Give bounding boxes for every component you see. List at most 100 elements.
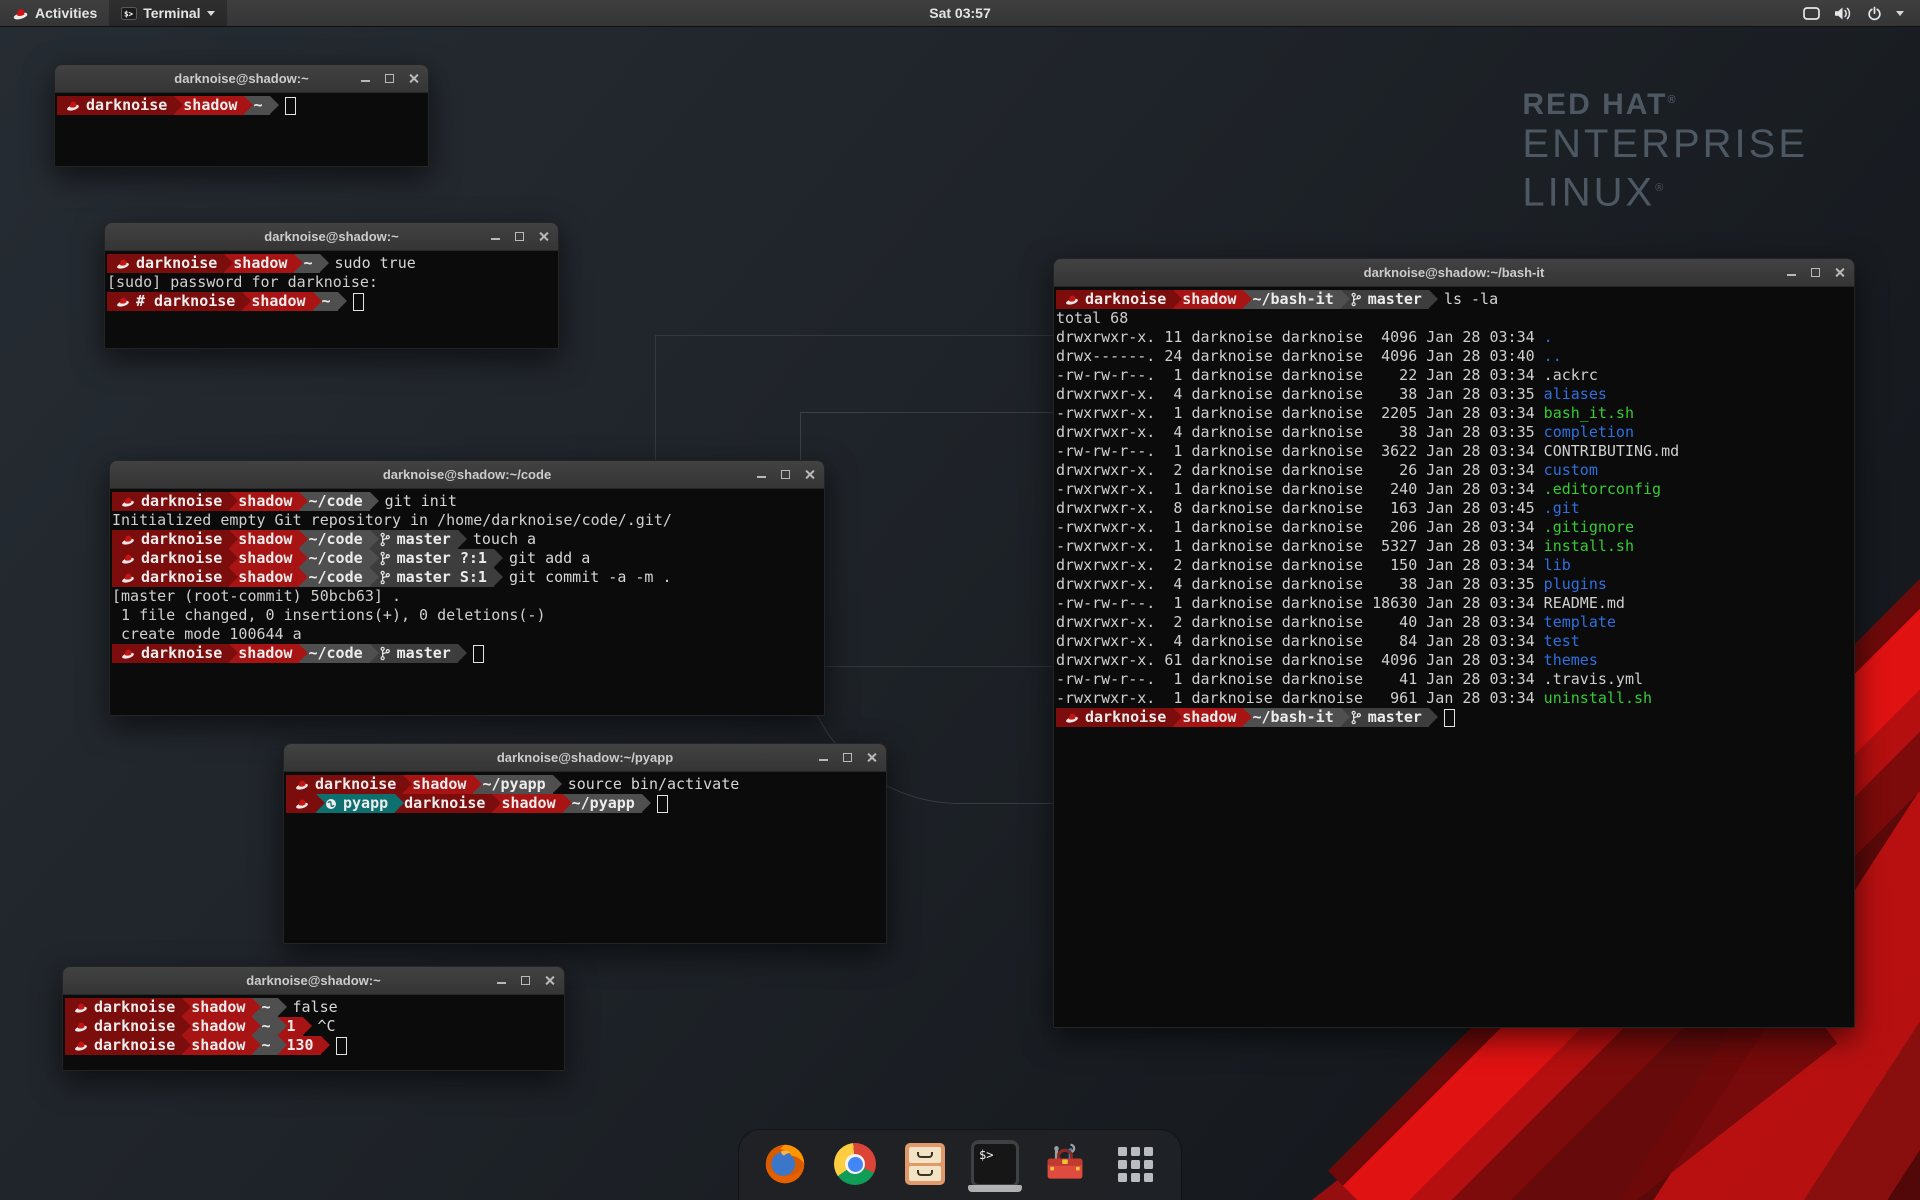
terminal-output-line: total 68 [1056, 309, 1852, 328]
window-titlebar[interactable]: darknoise@shadow:~/code [110, 461, 824, 489]
prompt-segment: ~/code [299, 644, 369, 663]
prompt-line: darknoiseshadow~/codegit init [112, 492, 822, 511]
prompt-line: darknoiseshadow~/codemastertouch a [112, 530, 822, 549]
ls-output-line: drwxrwxr-x. 61 darknoise darknoise 4096 … [1056, 651, 1852, 670]
terminal-content[interactable]: darknoiseshadow~falsedarknoiseshadow~1^C… [63, 995, 564, 1055]
window-title: darknoise@shadow:~/code [383, 467, 551, 482]
command-text: sudo true [335, 254, 416, 273]
prompt-segment: shadow [229, 492, 299, 511]
window-buttons [1786, 259, 1845, 286]
display-icon[interactable] [1803, 7, 1820, 20]
prompt-segment: shadow [229, 644, 299, 663]
window-titlebar[interactable]: darknoise@shadow:~ [63, 967, 564, 995]
terminal-content[interactable]: darknoiseshadow~sudo true[sudo] password… [105, 251, 558, 311]
prompt-segment: darknoise [112, 549, 229, 568]
close-button[interactable] [538, 231, 549, 242]
terminal-cursor [1444, 709, 1455, 727]
volume-icon[interactable] [1834, 6, 1853, 21]
file-name: plugins [1544, 575, 1607, 593]
branch-icon [379, 532, 391, 547]
hat-icon [1065, 293, 1079, 306]
minimize-button[interactable] [756, 469, 767, 480]
terminal-cursor [336, 1037, 347, 1055]
toolbox-icon[interactable] [1041, 1140, 1089, 1188]
prompt-line: darknoiseshadow~/bash-itmaster [1056, 708, 1852, 727]
window-titlebar[interactable]: darknoise@shadow:~/pyapp [284, 744, 886, 772]
window-buttons [490, 223, 549, 250]
app-grid-icon[interactable] [1111, 1140, 1159, 1188]
window-title: darknoise@shadow:~ [264, 229, 398, 244]
file-name: bash_it.sh [1544, 404, 1634, 422]
chrome-icon[interactable] [831, 1140, 879, 1188]
svg-text:$>: $> [124, 9, 134, 18]
branch-icon [379, 646, 391, 661]
prompt-segment: darknoise [65, 1036, 182, 1055]
hat-icon [121, 571, 135, 584]
app-menu-terminal[interactable]: $> Terminal [109, 0, 226, 26]
minimize-button[interactable] [496, 975, 507, 986]
close-button[interactable] [544, 975, 555, 986]
hat-icon [74, 1001, 88, 1014]
terminal-content[interactable]: darknoiseshadow~/bash-itmasterls -latota… [1054, 287, 1854, 727]
prompt-line: darknoiseshadow~/codemaster S:1git commi… [112, 568, 822, 587]
firefox-icon[interactable] [761, 1140, 809, 1188]
power-icon[interactable] [1867, 6, 1882, 21]
chevron-down-icon[interactable] [1896, 11, 1904, 16]
prompt-segment: darknoise [112, 530, 229, 549]
terminal-content[interactable]: darknoiseshadow~ [55, 93, 428, 115]
file-name: aliases [1544, 385, 1607, 403]
maximize-button[interactable] [384, 73, 395, 84]
prompt-segment: master [1341, 708, 1429, 727]
prompt-segment: darknoise [107, 254, 224, 273]
file-name: lib [1544, 556, 1571, 574]
file-name: .git [1544, 499, 1580, 517]
maximize-button[interactable] [514, 231, 525, 242]
hat-icon [116, 257, 130, 270]
maximize-button[interactable] [1810, 267, 1821, 278]
terminal-output-line: Initialized empty Git repository in /hom… [112, 511, 822, 530]
prompt-line: pyappdarknoiseshadow~/pyapp [286, 794, 884, 813]
command-text: git init [385, 492, 457, 511]
command-text: ^C [318, 1017, 336, 1036]
close-button[interactable] [866, 752, 877, 763]
file-name: CONTRIBUTING.md [1544, 442, 1679, 460]
close-button[interactable] [408, 73, 419, 84]
close-button[interactable] [1834, 267, 1845, 278]
file-name: .gitignore [1544, 518, 1634, 536]
terminal-window-4: darknoise@shadow:~/pyappdarknoiseshadow~… [283, 743, 887, 944]
minimize-button[interactable] [490, 231, 501, 242]
maximize-button[interactable] [520, 975, 531, 986]
prompt-segment: darknoise [57, 96, 174, 115]
minimize-button[interactable] [360, 73, 371, 84]
hat-icon [74, 1020, 88, 1033]
terminal-icon[interactable]: $> [971, 1140, 1019, 1188]
window-titlebar[interactable]: darknoise@shadow:~ [55, 65, 428, 93]
terminal-content[interactable]: darknoiseshadow~/pyappsource bin/activat… [284, 772, 886, 813]
minimize-button[interactable] [1786, 267, 1797, 278]
hat-icon [121, 552, 135, 565]
clock[interactable]: Sat 03:57 [929, 0, 990, 26]
maximize-button[interactable] [780, 469, 791, 480]
close-button[interactable] [804, 469, 815, 480]
prompt-line: darknoiseshadow~1^C [65, 1017, 562, 1036]
maximize-button[interactable] [842, 752, 853, 763]
files-icon[interactable] [901, 1140, 949, 1188]
file-name: install.sh [1544, 537, 1634, 555]
prompt-segment: darknoise [65, 998, 182, 1017]
terminal-output-line: 1 file changed, 0 insertions(+), 0 delet… [112, 606, 822, 625]
prompt-segment [286, 794, 316, 813]
window-titlebar[interactable]: darknoise@shadow:~ [105, 223, 558, 251]
window-buttons [756, 461, 815, 488]
file-name: .travis.yml [1544, 670, 1643, 688]
hat-icon [1065, 711, 1079, 724]
terminal-window-5: darknoise@shadow:~ darknoiseshadow~falsed… [62, 966, 565, 1071]
window-title: darknoise@shadow:~ [246, 973, 380, 988]
terminal-window-6: darknoise@shadow:~/bash-itdarknoiseshado… [1053, 258, 1855, 1028]
window-titlebar[interactable]: darknoise@shadow:~/bash-it [1054, 259, 1854, 287]
activities-button[interactable]: Activities [0, 0, 109, 26]
ls-output-line: drwxrwxr-x. 2 darknoise darknoise 150 Ja… [1056, 556, 1852, 575]
terminal-content[interactable]: darknoiseshadow~/codegit initInitialized… [110, 489, 824, 663]
minimize-button[interactable] [818, 752, 829, 763]
prompt-line: darknoiseshadow~ [57, 96, 426, 115]
prompt-segment: master ?:1 [370, 549, 494, 568]
